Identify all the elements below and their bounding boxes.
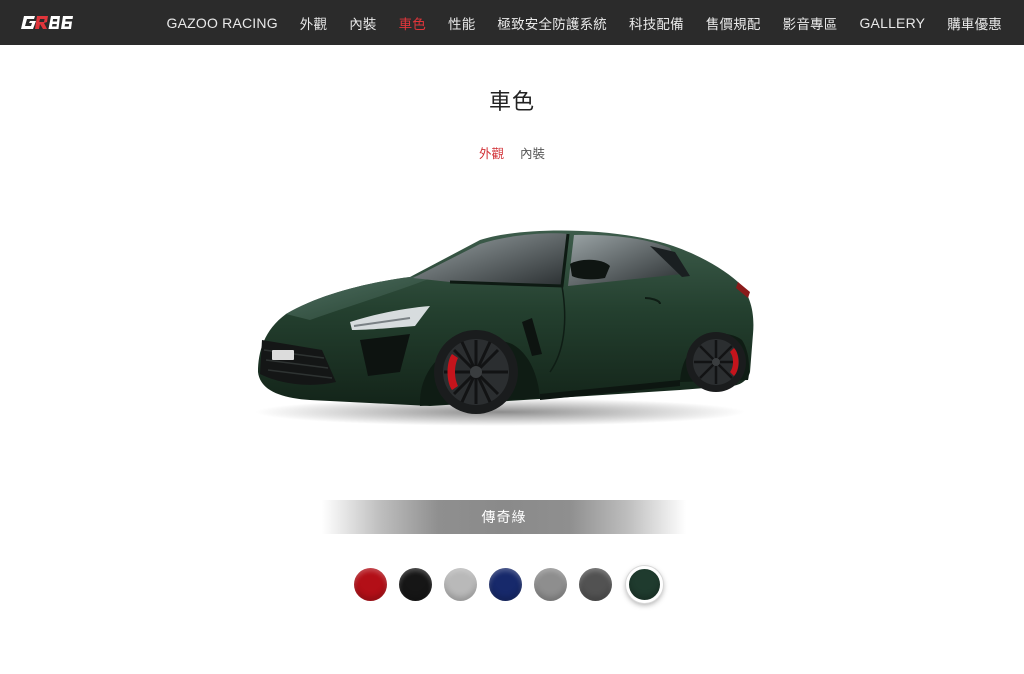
front-wheel bbox=[434, 330, 518, 414]
nav-item-interior[interactable]: 內裝 bbox=[338, 13, 387, 33]
view-tabs: 外觀 內裝 bbox=[0, 143, 1024, 162]
nav-item-colors[interactable]: 車色 bbox=[388, 13, 437, 33]
tab-interior[interactable]: 內裝 bbox=[520, 143, 545, 162]
nav-item-exterior[interactable]: 外觀 bbox=[289, 13, 338, 33]
nav-item-technology[interactable]: 科技配備 bbox=[618, 13, 695, 33]
gray-swatch[interactable] bbox=[534, 567, 567, 601]
nav-item-offers[interactable]: 購車優惠 bbox=[936, 13, 1002, 33]
silver-swatch[interactable] bbox=[444, 567, 477, 601]
nav-item-videos[interactable]: 影音專區 bbox=[772, 13, 849, 33]
nav-item-gallery[interactable]: GALLERY bbox=[848, 15, 936, 31]
nav-item-safety[interactable]: 極致安全防護系統 bbox=[486, 13, 618, 33]
car-illustration bbox=[255, 230, 754, 426]
black-swatch[interactable] bbox=[399, 567, 432, 601]
main-nav: GAZOO RACING 外觀 內裝 車色 性能 極致安全防護系統 科技配備 售… bbox=[155, 0, 1002, 45]
selected-color-name: 傳奇綠 bbox=[481, 510, 527, 526]
nav-item-pricing[interactable]: 售價規配 bbox=[695, 13, 772, 33]
dark-gray-swatch[interactable] bbox=[579, 567, 612, 601]
green-swatch[interactable] bbox=[626, 565, 663, 603]
color-swatches bbox=[354, 565, 663, 603]
page-title: 車色 bbox=[488, 90, 535, 115]
top-nav-bar: GAZOO RACING 外觀 內裝 車色 性能 極致安全防護系統 科技配備 售… bbox=[0, 0, 1024, 45]
gr86-logo[interactable] bbox=[20, 13, 76, 33]
rear-wheel bbox=[686, 332, 746, 392]
nav-item-gazoo-racing[interactable]: GAZOO RACING bbox=[155, 15, 288, 31]
selected-color-band: 傳奇綠 bbox=[322, 500, 686, 534]
car-image bbox=[250, 222, 760, 427]
red-swatch[interactable] bbox=[354, 567, 387, 601]
gr86-logo-icon bbox=[21, 16, 73, 29]
tab-exterior[interactable]: 外觀 bbox=[479, 143, 504, 162]
blue-swatch[interactable] bbox=[489, 567, 522, 601]
nav-item-performance[interactable]: 性能 bbox=[437, 13, 486, 33]
